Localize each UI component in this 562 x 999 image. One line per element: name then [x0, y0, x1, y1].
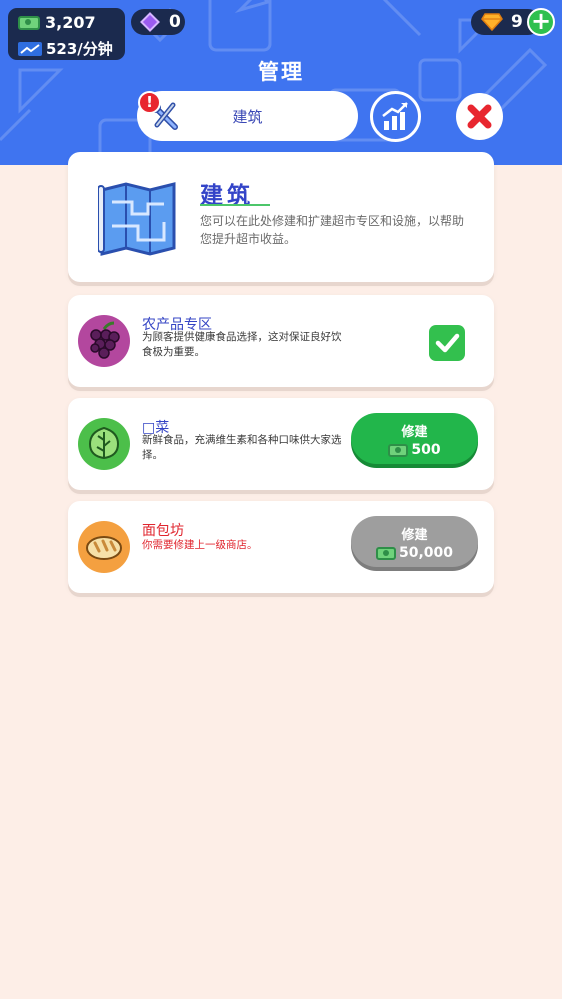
close-button[interactable] — [456, 93, 503, 140]
item-description: 为顾客提供健康食品选择，这对保证良好饮食极为重要。 — [142, 331, 342, 358]
building-row-produce: 农产品专区 为顾客提供健康食品选择，这对保证良好饮食极为重要。 — [68, 295, 494, 387]
tab-buildings[interactable]: 建筑 — [137, 91, 358, 141]
diamond-value: 9 — [511, 12, 523, 32]
cash-value: 3,207 — [45, 13, 96, 32]
add-diamonds-button[interactable]: + — [527, 8, 555, 36]
currency-panel: 3,207 523/分钟 — [8, 8, 125, 60]
build-price: 500 — [351, 442, 478, 458]
gem-value: 0 — [169, 12, 181, 32]
cash-icon — [375, 546, 396, 560]
item-title: 面包坊 — [142, 523, 184, 539]
build-price-value: 500 — [411, 442, 441, 458]
intro-description: 您可以在此处修建和扩建超市专区和设施，以帮助您提升超市收益。 — [200, 214, 465, 246]
grapes-icon — [90, 321, 120, 359]
building-row-bakery: 面包坊 你需要修建上一级商店。 修建 50,000 — [68, 501, 494, 593]
build-button-label: 修建 — [401, 425, 428, 440]
blueprint-map-icon — [98, 182, 176, 256]
build-button-label: 修建 — [401, 528, 428, 543]
produce-icon-badge — [78, 315, 130, 367]
top-header: 3,207 523/分钟 0 9 + 管理 建筑 ! — [0, 0, 562, 165]
build-bakery-button[interactable]: 修建 50,000 — [351, 516, 478, 567]
item-description: 新鲜食品，充满维生素和各种口味供大家选择。 — [142, 434, 342, 461]
cash-icon — [388, 443, 409, 457]
cash-display: 3,207 — [18, 13, 96, 32]
build-price-value: 50,000 — [398, 545, 454, 561]
bread-icon — [86, 536, 122, 560]
income-rate-icon — [18, 41, 42, 56]
intro-underline — [200, 204, 270, 206]
page-title: 管理 — [258, 60, 304, 84]
bakery-icon-badge — [78, 521, 130, 573]
close-icon — [467, 104, 492, 129]
build-price: 50,000 — [351, 545, 478, 561]
checkmark-icon — [435, 333, 460, 353]
cash-icon — [18, 15, 40, 30]
build-vegetables-button[interactable]: 修建 500 — [351, 413, 478, 464]
locked-requirement-text: 你需要修建上一级商店。 — [142, 539, 258, 551]
gem-counter: 0 — [131, 9, 185, 35]
tab-buildings-label: 建筑 — [232, 107, 263, 126]
vegetable-icon-badge — [78, 418, 130, 470]
gem-icon — [140, 12, 160, 32]
alert-badge: ! — [138, 91, 161, 114]
intro-card: 建筑 您可以在此处修建和扩建超市专区和设施，以帮助您提升超市收益。 — [68, 152, 494, 282]
building-row-vegetables: □菜 新鲜食品，充满维生素和各种口味供大家选择。 修建 500 — [68, 398, 494, 490]
tab-statistics[interactable] — [370, 91, 421, 142]
built-check-badge — [429, 325, 465, 361]
stats-chart-icon — [382, 102, 408, 130]
diamond-icon — [481, 13, 503, 31]
lettuce-icon — [88, 426, 120, 460]
